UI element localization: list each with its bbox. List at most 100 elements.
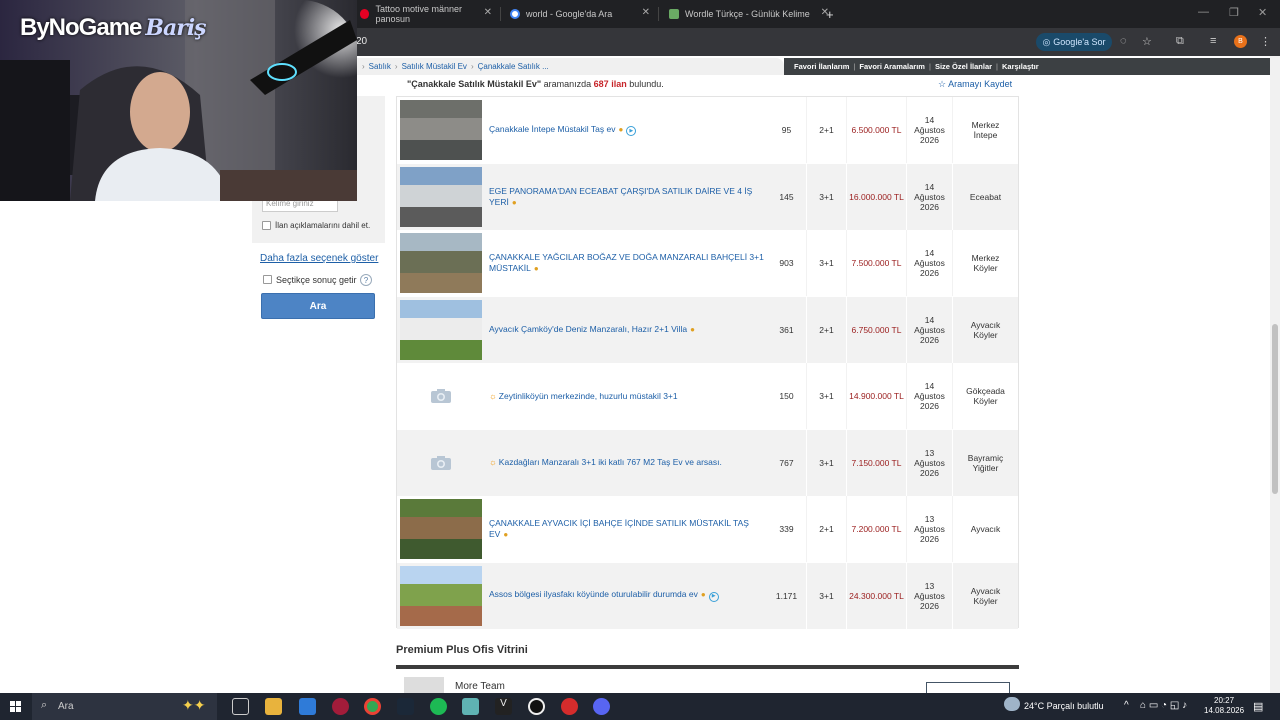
date-part: 13 [924,514,935,524]
bookmark-star-icon[interactable]: ☆ [1142,35,1152,48]
url-field[interactable]: 20 [356,36,367,47]
close-icon[interactable]: ✕ [484,7,492,18]
search-button[interactable]: Ara [261,293,375,319]
location-part: Gökçeada [966,386,1005,396]
listing-title[interactable]: Zeytinliköyün merkezinde, huzurlu müstak… [499,391,678,401]
table-row[interactable]: ÇANAKKALE YAĞCILAR BOĞAZ VE DOĞA MANZARA… [397,230,1018,296]
discord-icon[interactable] [593,698,610,715]
instant-results-checkbox[interactable] [263,275,272,284]
more-options-link[interactable]: Daha fazla seçenek göster [260,253,378,264]
extensions-icon[interactable]: ⧉ [1176,35,1184,48]
no-photo-placeholder[interactable] [400,433,482,493]
vscode-icon[interactable]: V [495,698,512,715]
office-logo[interactable] [404,677,444,694]
video-icon[interactable]: ▶ [708,591,719,602]
notes-icon[interactable] [462,698,479,715]
steam-icon[interactable] [397,698,414,715]
table-row[interactable]: Assos bölgesi ilyasfakı köyünde oturulab… [397,562,1018,629]
breadcrumb-item[interactable]: Çanakkale Satılık ... [478,62,549,71]
table-row[interactable]: Ayvacık Çamköy'de Deniz Manzaralı, Hazır… [397,296,1018,363]
listing-photo[interactable] [400,299,482,360]
reading-list-icon[interactable]: ≡ [1210,35,1216,47]
fav-searches-link[interactable]: Favori Aramalarım [859,62,925,71]
listing-photo[interactable] [400,565,482,626]
eye-slash-icon[interactable]: ◌ [1120,35,1127,47]
google-favicon-icon [510,9,520,19]
tray-icons[interactable]: ⌂ ▭ ◔ ◱ ♪ [1140,700,1187,711]
weather-icon[interactable] [1004,697,1020,711]
special-listings-link[interactable]: Size Özel İlanlar [935,62,992,71]
listing-photo[interactable] [400,233,482,293]
notification-icon[interactable]: ▤ [1253,700,1263,713]
office-name[interactable]: More Team [455,681,505,692]
page-scrollbar[interactable] [1270,56,1280,693]
no-photo-placeholder[interactable] [400,366,482,426]
table-row[interactable]: ☼ Kazdağları Manzaralı 3+1 iki katlı 767 … [397,429,1018,496]
new-tab-button[interactable]: + [818,3,838,25]
table-row[interactable]: ÇANAKKALE AYVACIK İÇİ BAHÇE İÇİNDE SATIL… [397,496,1018,562]
listing-title[interactable]: Kazdağları Manzaralı 3+1 iki katlı 767 M… [499,457,722,467]
listing-title-cell[interactable]: Assos bölgesi ilyasfakı köyünde oturulab… [489,563,767,629]
chrome-icon[interactable] [364,698,381,715]
menu-icon[interactable]: ⋮ [1260,35,1271,48]
save-search-label: Aramayı Kaydet [948,79,1013,89]
listing-title[interactable]: EGE PANORAMA'DAN ECEABAT ÇARŞI'DA SATILI… [489,186,752,207]
listing-title[interactable]: ÇANAKKALE AYVACIK İÇİ BAHÇE İÇİNDE SATIL… [489,518,749,539]
compare-link[interactable]: Karşılaştır [1002,62,1039,71]
table-row[interactable]: Çanakkale İntepe Müstakil Taş ev ● ▶ 95 2+1 6… [397,97,1018,163]
spotify-icon[interactable] [430,698,447,715]
listing-rooms: 3+1 [807,363,847,429]
logo-text: ByNoGame [20,14,142,41]
tab-wordle[interactable]: Wordle Türkçe - Günlük Kelime ✕ [661,3,837,25]
scrollbar-thumb[interactable] [1272,324,1278,494]
tab-google-search[interactable]: world - Google'da Ara ✕ [502,3,658,25]
listing-title-cell[interactable]: ÇANAKKALE AYVACIK İÇİ BAHÇE İÇİNDE SATIL… [489,496,767,562]
listing-photo[interactable] [400,166,482,227]
close-window-icon[interactable]: ✕ [1258,6,1267,19]
table-row[interactable]: EGE PANORAMA'DAN ECEABAT ÇARŞI'DA SATILI… [397,163,1018,230]
taskbar-search[interactable]: ⌕ Ara ✦✦ [32,693,217,720]
listing-title-cell[interactable]: EGE PANORAMA'DAN ECEABAT ÇARŞI'DA SATILI… [489,164,767,230]
task-view-icon[interactable] [232,698,249,715]
listing-photo[interactable] [400,100,482,160]
include-description-checkbox[interactable] [262,221,271,230]
date-part: Ağustos [914,324,945,335]
listing-title[interactable]: Ayvacık Çamköy'de Deniz Manzaralı, Hazır… [489,324,687,334]
listing-title[interactable]: Çanakkale İntepe Müstakil Taş ev [489,124,615,134]
table-row[interactable]: ☼ Zeytinliköyün merkezinde, huzurlu müsta… [397,363,1018,429]
date-part: 13 [924,580,935,591]
obs-icon[interactable] [528,698,545,715]
start-icon[interactable] [10,701,21,712]
breadcrumb-item[interactable]: Satılık Müstakil Ev [402,62,467,71]
listing-title[interactable]: ÇANAKKALE YAĞCILAR BOĞAZ VE DOĞA MANZARA… [489,252,764,273]
listing-title-cell[interactable]: ☼ Zeytinliköyün merkezinde, huzurlu müsta… [489,363,767,429]
listing-title-cell[interactable]: ÇANAKKALE YAĞCILAR BOĞAZ VE DOĞA MANZARA… [489,230,767,296]
breadcrumb-item[interactable]: Satılık [369,62,391,71]
app-red-icon[interactable] [561,698,578,715]
close-icon[interactable]: ✕ [642,7,650,18]
breadcrumb-separator: › [470,62,474,71]
restore-icon[interactable]: ❐ [1229,6,1239,19]
listing-title[interactable]: Assos bölgesi ilyasfakı köyünde oturulab… [489,589,698,599]
weather-text[interactable]: 24°C Parçalı bulutlu [1024,701,1104,711]
listing-date: 13 Ağustos 2026 [907,562,953,629]
minimize-icon[interactable]: — [1198,6,1209,18]
listing-photo[interactable] [400,499,482,559]
save-search-link[interactable]: ☆ Aramayı Kaydet [938,79,1012,90]
profile-avatar[interactable]: B [1234,35,1247,48]
chevron-up-icon[interactable]: ^ [1124,700,1129,711]
listing-title-cell[interactable]: ☼ Kazdağları Manzaralı 3+1 iki katlı 767 … [489,430,767,496]
listing-title-cell[interactable]: Ayvacık Çamköy'de Deniz Manzaralı, Hazır… [489,297,767,363]
google-sor-button[interactable]: ◎ Google'a Sor [1036,33,1112,51]
listing-title-cell[interactable]: Çanakkale İntepe Müstakil Taş ev ● ▶ [489,97,767,163]
taskbar-clock[interactable]: 20:27 14.08.2026 [1204,696,1244,716]
listing-date: 14 Ağustos 2026 [907,363,953,429]
video-icon[interactable]: ▶ [626,126,637,137]
store-icon[interactable] [299,698,316,715]
help-icon[interactable]: ? [360,274,372,286]
opera-icon[interactable] [332,698,349,715]
fav-listings-link[interactable]: Favori İlanlarım [794,62,849,71]
listing-photo-image [400,233,482,293]
tab-pinterest[interactable]: Tattoo motive männer panosun ✕ [352,3,500,25]
file-explorer-icon[interactable] [265,698,282,715]
